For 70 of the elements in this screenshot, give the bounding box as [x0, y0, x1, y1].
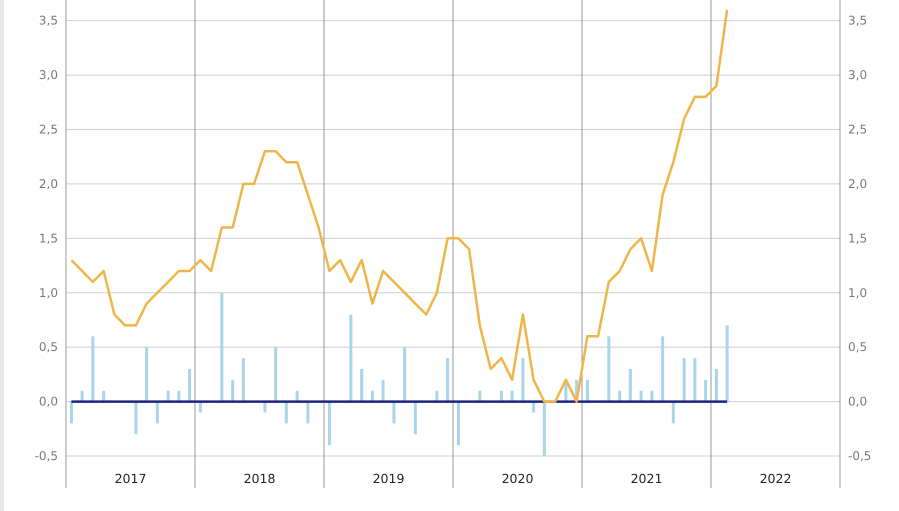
bar [198, 402, 202, 412]
bar [177, 390, 180, 402]
bar [628, 368, 632, 402]
bar [682, 358, 686, 402]
y-axis-label: 3,5 [38, 14, 58, 28]
bar [714, 368, 718, 402]
bar [704, 380, 708, 402]
y-axis-label: 0,5 [38, 340, 58, 354]
bar [166, 390, 170, 402]
bar [145, 347, 148, 402]
y-axis-label: 1,5 [38, 231, 58, 246]
y-axis-label: 1,5 [848, 231, 868, 246]
bar [510, 390, 514, 402]
y-axis-label: 0,0 [848, 394, 868, 409]
bar [328, 402, 331, 446]
bar [231, 380, 234, 402]
bar [414, 402, 417, 434]
x-axis-label: 2022 [760, 471, 792, 486]
bar [360, 368, 364, 402]
bar [156, 402, 159, 424]
bar [80, 390, 84, 402]
bar [456, 402, 460, 446]
bar [532, 402, 536, 412]
x-axis-label: 2021 [630, 471, 662, 486]
bar [370, 390, 374, 402]
bar [446, 358, 450, 402]
bar [435, 390, 438, 402]
x-axis-label: 2020 [502, 471, 534, 486]
bar [586, 380, 589, 402]
bar [274, 347, 278, 402]
bar [242, 358, 245, 402]
bar [607, 336, 610, 402]
y-axis-label: 0,0 [38, 394, 58, 409]
x-axis-label: 2018 [244, 471, 276, 486]
bar [102, 390, 106, 402]
bar [542, 402, 546, 456]
bar [618, 390, 622, 402]
y-axis-label: -0,5 [848, 449, 872, 463]
bar [521, 358, 524, 402]
y-axis-label: 3,0 [848, 68, 868, 82]
bar [661, 336, 664, 402]
bar [403, 347, 406, 402]
bar [500, 390, 503, 402]
y-axis-label: 1,0 [38, 286, 58, 300]
bar [640, 390, 643, 402]
bar [91, 336, 94, 402]
y-axis-label: 3,5 [848, 14, 868, 28]
bar [134, 402, 138, 434]
bar [672, 402, 675, 424]
bar [284, 402, 288, 424]
bar [306, 402, 310, 424]
bar [392, 402, 396, 424]
bar [693, 358, 696, 402]
y-axis-label: 2,5 [38, 122, 58, 136]
x-axis-label: 2017 [114, 471, 146, 486]
y-axis-label: 2,0 [848, 176, 868, 191]
y-axis-label: 1,0 [848, 286, 868, 300]
y-axis-label: 2,0 [38, 176, 58, 191]
bar [296, 390, 299, 402]
bar [382, 380, 385, 402]
y-axis-label: 0,5 [848, 340, 868, 354]
x-axis-label: 2019 [372, 471, 404, 486]
y-axis-label: -0,5 [34, 449, 58, 463]
bar [650, 390, 654, 402]
bar [70, 402, 73, 424]
bar [263, 402, 266, 412]
bar [188, 368, 192, 402]
y-axis-label: 2,5 [848, 122, 868, 136]
bar [478, 390, 482, 402]
y-axis-label: 3,0 [38, 68, 58, 82]
